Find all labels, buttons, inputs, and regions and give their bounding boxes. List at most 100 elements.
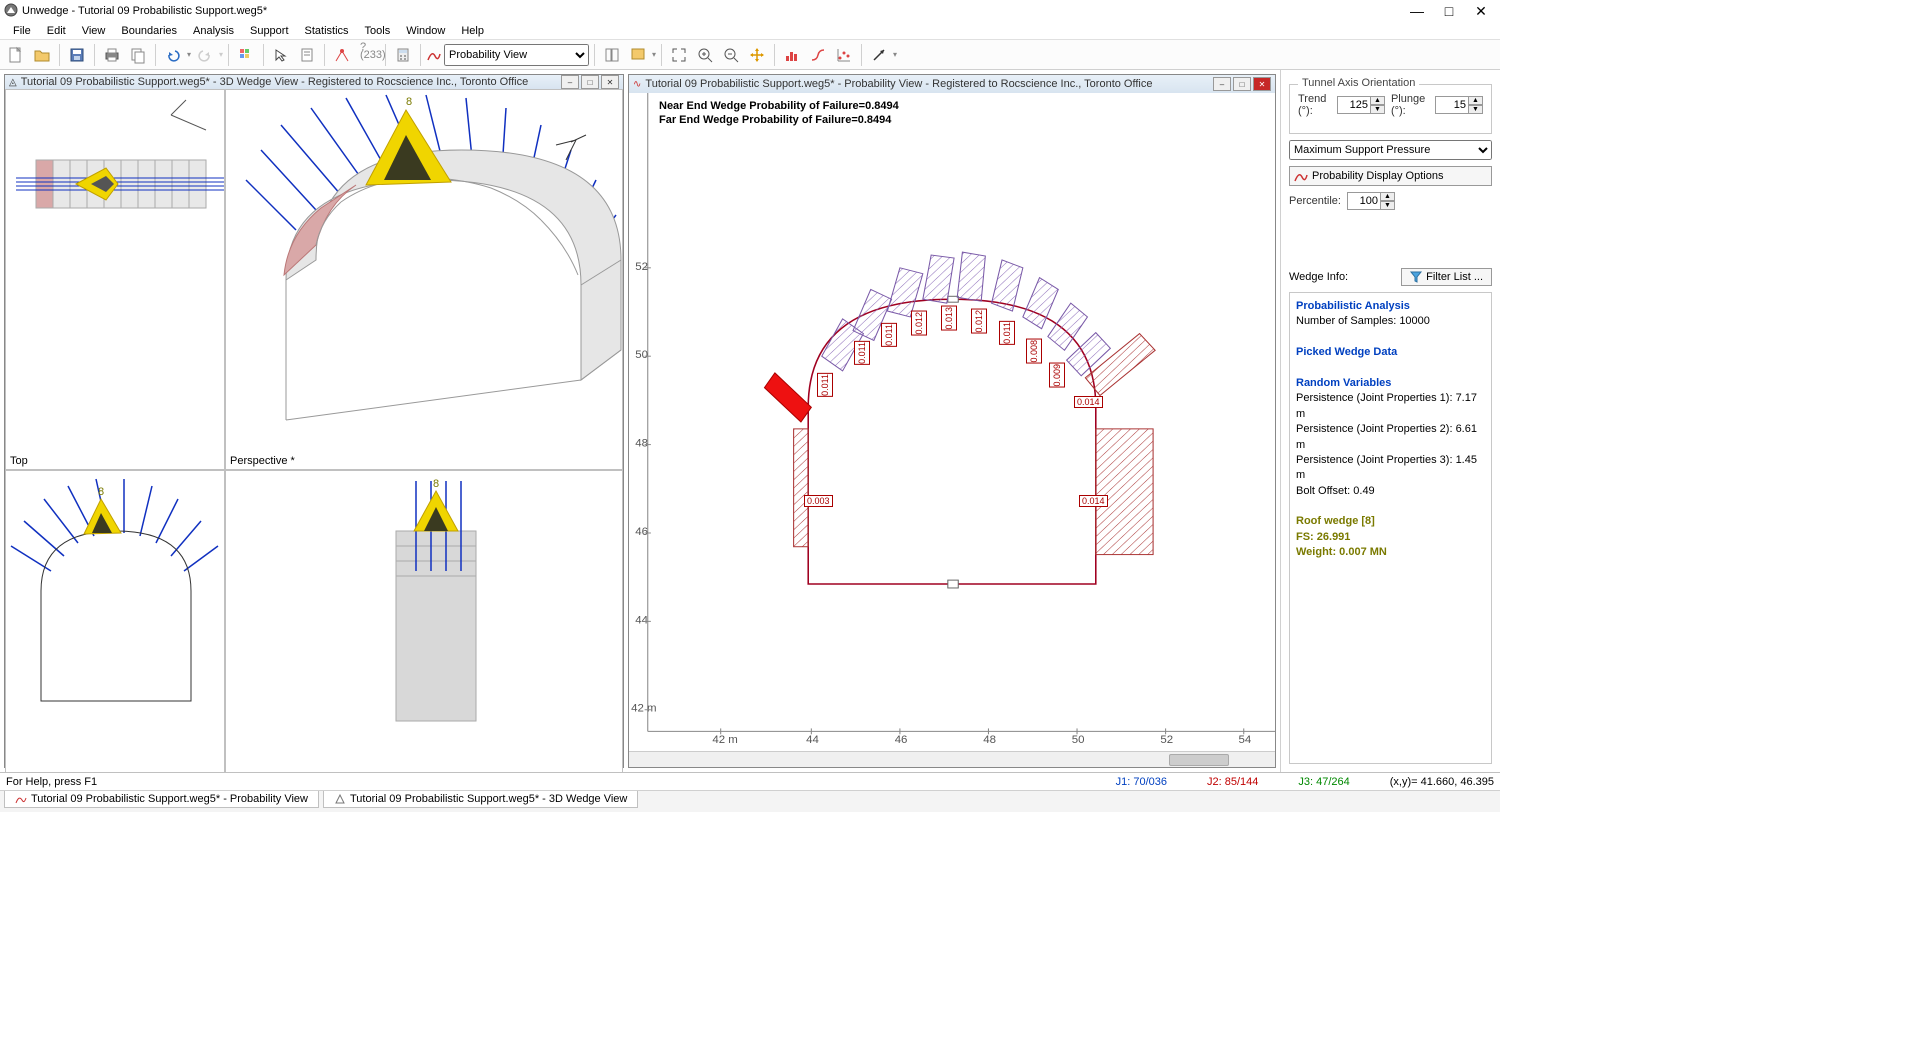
plunge-input[interactable] xyxy=(1435,96,1469,114)
svg-text:8: 8 xyxy=(433,478,439,490)
wedge-info-box: Probabilistic Analysis Number of Samples… xyxy=(1289,292,1492,764)
menu-boundaries[interactable]: Boundaries xyxy=(114,23,184,39)
calculator-button[interactable] xyxy=(391,43,415,67)
support-type-select[interactable]: Maximum Support Pressure xyxy=(1289,140,1492,160)
zoom-extents-button[interactable] xyxy=(667,43,691,67)
copy-button[interactable] xyxy=(126,43,150,67)
new-file-button[interactable] xyxy=(4,43,28,67)
probability-display-options-button[interactable]: Probability Display Options xyxy=(1289,166,1492,186)
percentile-down[interactable]: ▼ xyxy=(1381,201,1395,210)
statusbar: For Help, press F1 J1: 70/036 J2: 85/144… xyxy=(0,772,1500,790)
samples-text: Number of Samples: 10000 xyxy=(1296,314,1485,329)
label-arc-5: 0.012 xyxy=(971,309,987,334)
layout-button-1[interactable] xyxy=(600,43,624,67)
grid-button[interactable] xyxy=(234,43,258,67)
prob-view-maximize[interactable]: □ xyxy=(1233,77,1251,91)
picked-wedge-header: Picked Wedge Data xyxy=(1296,345,1485,360)
menu-statistics[interactable]: Statistics xyxy=(298,23,356,39)
svg-text:8: 8 xyxy=(406,96,412,108)
roof-wedge-header: Roof wedge [8] xyxy=(1296,514,1485,529)
label-right-top: 0.014 xyxy=(1074,396,1103,408)
prob-view-icon: ∿ xyxy=(633,79,641,90)
status-xy: (x,y)= 41.660, 46.395 xyxy=(1390,776,1494,788)
top-view-label: Top xyxy=(10,455,28,467)
side-view-pane[interactable]: 8 Side xyxy=(225,470,623,772)
window-maximize-button[interactable]: □ xyxy=(1440,3,1458,20)
wedge-view-close[interactable]: ✕ xyxy=(601,75,619,89)
wedge-view-minimize[interactable]: – xyxy=(561,75,579,89)
zoom-out-button[interactable] xyxy=(719,43,743,67)
prob-analysis-header: Probabilistic Analysis xyxy=(1296,299,1485,314)
plunge-down[interactable]: ▼ xyxy=(1469,105,1483,114)
trend-input[interactable] xyxy=(1337,96,1371,114)
status-j3: J3: 47/264 xyxy=(1298,776,1349,788)
horizontal-scrollbar[interactable] xyxy=(629,751,1275,767)
titlebar: Unwedge - Tutorial 09 Probabilistic Supp… xyxy=(0,0,1500,22)
svg-text:46: 46 xyxy=(895,734,908,746)
tool-button-1[interactable] xyxy=(330,43,354,67)
trend-up[interactable]: ▲ xyxy=(1371,96,1385,105)
prob-view-close[interactable]: ✕ xyxy=(1253,77,1271,91)
svg-text:52: 52 xyxy=(1160,734,1173,746)
window-minimize-button[interactable]: — xyxy=(1408,3,1426,20)
menubar: File Edit View Boundaries Analysis Suppo… xyxy=(0,22,1500,40)
histogram-button[interactable] xyxy=(780,43,804,67)
svg-text:54: 54 xyxy=(1239,734,1252,746)
menu-support[interactable]: Support xyxy=(243,23,296,39)
menu-window[interactable]: Window xyxy=(399,23,452,39)
plunge-up[interactable]: ▲ xyxy=(1469,96,1483,105)
probability-canvas[interactable]: Near End Wedge Probability of Failure=0.… xyxy=(629,93,1275,751)
view-mode-select[interactable]: Probability View xyxy=(444,44,589,66)
menu-edit[interactable]: Edit xyxy=(40,23,73,39)
zoom-in-button[interactable] xyxy=(693,43,717,67)
tab-probability-view[interactable]: Tutorial 09 Probabilistic Support.weg5* … xyxy=(4,791,319,808)
undo-button[interactable] xyxy=(161,43,185,67)
arrow-button[interactable] xyxy=(867,43,891,67)
open-file-button[interactable] xyxy=(30,43,54,67)
svg-text:50: 50 xyxy=(1072,734,1085,746)
wedge-view-maximize[interactable]: □ xyxy=(581,75,599,89)
scatter-button[interactable] xyxy=(832,43,856,67)
perspective-view-pane[interactable]: 8 Perspective * xyxy=(225,89,623,470)
svg-text:42 m: 42 m xyxy=(712,734,737,746)
layout-button-2[interactable] xyxy=(626,43,650,67)
label-arc-2: 0.011 xyxy=(881,323,897,347)
menu-analysis[interactable]: Analysis xyxy=(186,23,241,39)
label-right-mid: 0.014 xyxy=(1079,495,1108,507)
window-close-button[interactable]: ✕ xyxy=(1472,3,1490,20)
label-arc-1: 0.011 xyxy=(854,341,870,365)
select-button[interactable] xyxy=(269,43,293,67)
tab-wedge-view[interactable]: Tutorial 09 Probabilistic Support.weg5* … xyxy=(323,791,638,808)
toolbar: ▾ ▾ (233)? Probability View ▾ ▾ xyxy=(0,40,1500,70)
document-button[interactable] xyxy=(295,43,319,67)
tool-button-2[interactable]: (233)? xyxy=(356,43,380,67)
trend-down[interactable]: ▼ xyxy=(1371,105,1385,114)
menu-help[interactable]: Help xyxy=(454,23,491,39)
wedge-view-window: ◬ Tutorial 09 Probabilistic Support.weg5… xyxy=(4,74,624,768)
pan-button[interactable] xyxy=(745,43,769,67)
filter-list-button[interactable]: Filter List ... xyxy=(1401,268,1492,286)
percentile-input[interactable] xyxy=(1347,192,1381,210)
menu-view[interactable]: View xyxy=(75,23,113,39)
persistence-3: Persistence (Joint Properties 3): 1.45 m xyxy=(1296,453,1485,484)
print-button[interactable] xyxy=(100,43,124,67)
front-view-pane[interactable]: 8 Front xyxy=(5,470,225,772)
menu-file[interactable]: File xyxy=(6,23,38,39)
persistence-2: Persistence (Joint Properties 2): 6.61 m xyxy=(1296,422,1485,453)
redo-button[interactable] xyxy=(193,43,217,67)
document-tabs: Tutorial 09 Probabilistic Support.weg5* … xyxy=(0,790,1500,812)
svg-text:48: 48 xyxy=(635,438,648,450)
svg-text:44: 44 xyxy=(635,615,648,627)
prob-view-minimize[interactable]: – xyxy=(1213,77,1231,91)
percentile-up[interactable]: ▲ xyxy=(1381,192,1395,201)
svg-text:44: 44 xyxy=(806,734,819,746)
top-view-pane[interactable]: Top xyxy=(5,89,225,470)
svg-text:8: 8 xyxy=(98,486,104,498)
random-vars-header: Random Variables xyxy=(1296,376,1485,391)
cumulative-button[interactable] xyxy=(806,43,830,67)
label-arc-8: 0.009 xyxy=(1049,363,1065,388)
label-arc-3: 0.012 xyxy=(911,311,927,336)
save-button[interactable] xyxy=(65,43,89,67)
wedge-view-title: Tutorial 09 Probabilistic Support.weg5* … xyxy=(21,76,561,88)
menu-tools[interactable]: Tools xyxy=(358,23,398,39)
